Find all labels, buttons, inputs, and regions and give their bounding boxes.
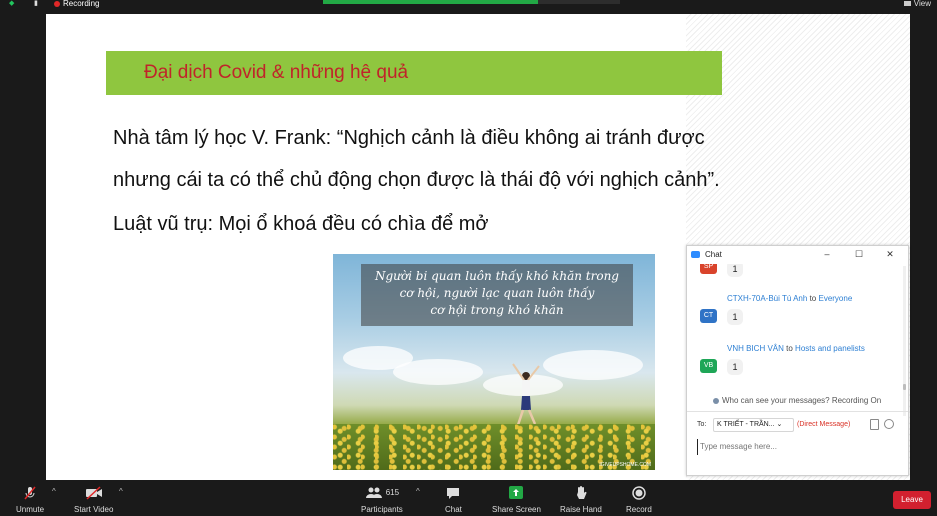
who-can-see-link[interactable]: Who can see your messages? Recording On [713, 396, 881, 406]
leave-button[interactable]: Leave [893, 491, 931, 509]
speaker-bar-end [538, 0, 620, 4]
view-label: View [913, 0, 931, 8]
recipient-select[interactable]: K TRIẾT - TRẦN... ⌄ [713, 418, 794, 432]
top-bar: ◆ ▮ Recording View [0, 0, 937, 8]
zoom-logo-icon [691, 251, 700, 258]
raise-hand-button[interactable]: Raise Hand [560, 484, 602, 516]
recording-indicator[interactable]: Recording [54, 0, 100, 8]
chat-bubble-icon [446, 484, 460, 501]
share-screen-icon [509, 484, 524, 501]
message-header: VNH BICH VÂN to Hosts and panelists [727, 344, 865, 354]
chat-message-input[interactable] [697, 439, 902, 455]
recipient-name[interactable]: Hosts and panelists [795, 344, 865, 353]
speaker-bar [323, 0, 538, 4]
slide-body-line-2: nhưng cái ta có thể chủ động chọn được l… [113, 169, 720, 191]
participants-caret-icon[interactable]: ^ [416, 487, 420, 496]
direct-message-label: (Direct Message) [797, 421, 851, 428]
video-off-icon [85, 484, 103, 501]
avatar: VB [700, 359, 717, 373]
meeting-toolbar: Unmute ^ Start Video ^ 615 Participants … [0, 480, 937, 516]
unmute-label: Unmute [16, 505, 45, 514]
record-icon [632, 484, 646, 501]
who-can-see-text: Who can see your messages? Recording On [722, 396, 882, 405]
file-icon[interactable] [870, 419, 879, 430]
people-icon [713, 398, 719, 404]
chat-title: Chat [705, 250, 722, 259]
chat-button[interactable]: Chat [445, 484, 462, 516]
start-video-button[interactable]: Start Video [74, 484, 113, 516]
video-options-caret-icon[interactable]: ^ [119, 487, 123, 496]
participants-label: Participants [361, 505, 403, 514]
slide-title: Đại dịch Covid & những hệ quả [144, 62, 409, 83]
message-to: to [786, 344, 793, 353]
slide-photo: Người bi quan luôn thấy khó khăn trong c… [333, 254, 655, 470]
mic-status-icon: ▮ [34, 0, 38, 7]
emoji-icon[interactable] [884, 419, 894, 429]
maximize-icon[interactable]: ☐ [853, 249, 865, 259]
participants-button[interactable]: 615 Participants [361, 484, 403, 516]
close-icon[interactable]: ✕ [884, 249, 896, 259]
audio-options-caret-icon[interactable]: ^ [52, 487, 56, 496]
photo-quote-box: Người bi quan luôn thấy khó khăn trong c… [361, 264, 633, 326]
chat-messages[interactable]: SP 1 CTXH-70A-Bùi Tú Anh to Everyone CT … [687, 264, 902, 412]
mic-muted-icon [22, 484, 38, 501]
view-button[interactable]: View [903, 0, 931, 8]
chat-scrollbar[interactable] [903, 266, 906, 416]
shield-icon[interactable]: ◆ [9, 0, 14, 7]
photo-quote-line-3: cơ hội trong khó khăn [430, 303, 564, 317]
chat-title-bar[interactable]: Chat – ☐ ✕ [687, 246, 908, 264]
photo-quote-line-2: cơ hội, người lạc quan luôn thấy [399, 286, 595, 300]
chat-divider [687, 411, 908, 412]
hand-icon [575, 484, 587, 501]
photo-watermark: IGIVEUPSHOME.COM [599, 462, 651, 468]
recipient-name[interactable]: Everyone [818, 294, 852, 303]
slide-title-bar: Đại dịch Covid & những hệ quả [106, 51, 722, 95]
share-screen-button[interactable]: Share Screen [492, 484, 541, 516]
chat-scrollbar-thumb[interactable] [903, 384, 906, 390]
message-to: to [809, 294, 817, 303]
grid-icon [903, 1, 911, 6]
participants-count: 615 [385, 488, 400, 497]
sender-name[interactable]: VNH BICH VÂN [727, 344, 784, 353]
record-button[interactable]: Record [626, 484, 652, 516]
participants-icon: 615 [365, 484, 399, 501]
avatar: SP [700, 264, 717, 274]
chat-label: Chat [445, 505, 462, 514]
slide-body-line-3: Luật vũ trụ: Mọi ổ khoá đều có chìa để m… [113, 213, 489, 235]
recording-label: Recording [63, 0, 100, 8]
message-text: 1 [727, 309, 743, 325]
unmute-button[interactable]: Unmute [16, 484, 44, 516]
chevron-down-icon: ⌄ [776, 421, 783, 428]
sender-name[interactable]: CTXH-70A-Bùi Tú Anh [727, 294, 807, 303]
photo-quote-line-1: Người bi quan luôn thấy khó khăn trong [375, 269, 619, 283]
slide-body-line-1: Nhà tâm lý học V. Frank: “Nghịch cảnh là… [113, 127, 705, 149]
chat-panel[interactable]: Chat – ☐ ✕ SP 1 CTXH-70A-Bùi Tú Anh to E… [686, 245, 909, 476]
raise-hand-label: Raise Hand [560, 505, 602, 514]
record-dot-icon [54, 0, 60, 7]
message-header: CTXH-70A-Bùi Tú Anh to Everyone [727, 294, 852, 304]
message-text: 1 [727, 264, 743, 277]
start-video-label: Start Video [74, 505, 114, 514]
message-text: 1 [727, 359, 743, 375]
to-label: To: [697, 421, 707, 428]
minimize-icon[interactable]: – [821, 249, 833, 259]
avatar: CT [700, 309, 717, 323]
share-screen-label: Share Screen [492, 505, 541, 514]
record-label: Record [626, 505, 652, 514]
recipient-select-value: K TRIẾT - TRẦN... [717, 421, 775, 428]
